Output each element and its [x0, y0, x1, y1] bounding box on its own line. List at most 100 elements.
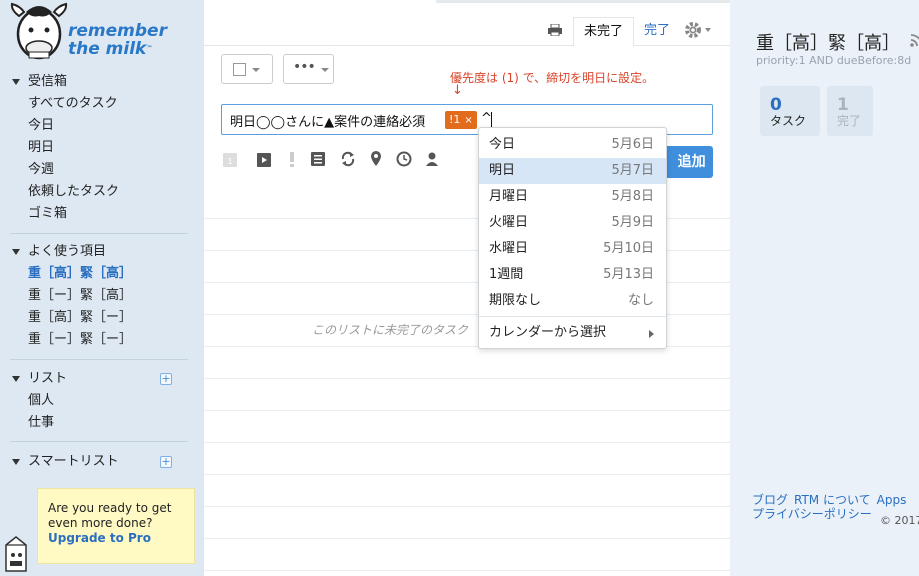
add-task-button[interactable]: 追加 — [659, 146, 713, 178]
print-icon[interactable] — [548, 24, 562, 36]
sidebar-item-this-week[interactable]: 今週 — [0, 159, 204, 181]
task-list-panel: 未完了 完了 ••• 優先度は (1) で、締切を明日に設定。 ↓ 明日◯◯さん… — [204, 0, 730, 576]
inbox-section: 受信箱 すべてのタスク 今日 明日 今週 依頼したタスク ゴミ箱 — [0, 71, 204, 225]
add-smartlist-plus-icon[interactable]: + — [160, 456, 172, 468]
favorites-section: よく使う項目 重［高］緊［高］ 重［ー］緊［高］ 重［高］緊［ー］ 重［ー］緊［… — [0, 241, 204, 351]
sidebar-item-favorite-1[interactable]: 重［高］緊［高］ — [0, 263, 204, 285]
person-icon[interactable] — [424, 150, 440, 168]
promo-text: Are you ready to get even more done? — [48, 501, 172, 530]
list-icon[interactable] — [310, 150, 326, 168]
due-date-calendar-icon[interactable]: 1 — [222, 150, 238, 168]
due-option-date: 5月8日 — [611, 189, 654, 204]
due-option-date: なし — [627, 293, 654, 308]
priority-chip[interactable]: !1 × — [445, 111, 477, 129]
stat-label: タスク — [770, 114, 807, 128]
smartlist-filter: priority:1 AND dueBefore:8d — [756, 54, 912, 67]
collapse-triangle-icon[interactable] — [12, 249, 20, 255]
select-tasks-dropdown[interactable] — [221, 54, 273, 84]
due-option-label: 今日 — [489, 137, 516, 152]
collapse-triangle-icon[interactable] — [12, 79, 20, 85]
empty-list-message: このリストに未完了のタスク — [312, 323, 469, 337]
due-option-date: 5月7日 — [611, 163, 654, 178]
chip-close-icon[interactable]: × — [464, 115, 472, 126]
due-option-one-week[interactable]: 1週間 5月13日 — [479, 262, 666, 288]
stat-count: 0 — [770, 95, 782, 115]
more-actions-dropdown[interactable]: ••• — [283, 54, 334, 84]
due-option-today[interactable]: 今日 5月6日 — [479, 132, 666, 158]
stat-count: 1 — [837, 95, 849, 115]
due-option-tuesday[interactable]: 火曜日 5月9日 — [479, 210, 666, 236]
sidebar-divider — [10, 441, 188, 442]
sidebar-item-favorite-4[interactable]: 重［ー］緊［ー］ — [0, 329, 204, 351]
repeat-icon[interactable] — [340, 150, 356, 168]
due-option-label: 水曜日 — [489, 241, 529, 256]
app-logo[interactable]: remember the milk™ — [6, 0, 196, 66]
copyright: © 2017 — [880, 514, 919, 527]
due-option-monday[interactable]: 月曜日 5月8日 — [479, 184, 666, 210]
due-option-none[interactable]: 期限なし なし — [479, 288, 666, 314]
collapse-triangle-icon[interactable] — [12, 459, 20, 465]
inbox-title: 受信箱 — [28, 74, 68, 89]
priority-chip-label: !1 — [449, 113, 461, 126]
svg-text:1: 1 — [227, 157, 232, 166]
lists-header[interactable]: リスト + — [0, 368, 204, 390]
text-cursor — [491, 112, 492, 128]
stat-completed[interactable]: 1 完了 — [827, 86, 873, 136]
add-list-plus-icon[interactable]: + — [160, 373, 172, 385]
due-option-wednesday[interactable]: 水曜日 5月10日 — [479, 236, 666, 262]
annotation-note: 優先度は (1) で、締切を明日に設定。 — [450, 71, 655, 85]
location-pin-icon[interactable] — [368, 150, 384, 168]
footer-link-apps[interactable]: Apps — [877, 493, 907, 507]
sidebar-item-given-tasks[interactable]: 依頼したタスク — [0, 181, 204, 203]
tab-complete[interactable]: 完了 — [634, 17, 680, 47]
sidebar: remember the milk™ 受信箱 すべてのタスク 今日 明日 今週 … — [0, 0, 204, 576]
sidebar-item-today[interactable]: 今日 — [0, 115, 204, 137]
lists-section: リスト + 個人 仕事 — [0, 368, 204, 434]
tab-incomplete[interactable]: 未完了 — [573, 17, 635, 47]
stat-label: 完了 — [837, 114, 862, 128]
smartlists-title: スマートリスト — [28, 454, 119, 469]
upgrade-promo: Are you ready to get even more done? Upg… — [37, 488, 195, 564]
due-option-calendar[interactable]: カレンダーから選択 — [479, 320, 666, 346]
smartlists-header[interactable]: スマートリスト + — [0, 451, 204, 473]
start-date-icon[interactable] — [256, 150, 272, 168]
favorites-header[interactable]: よく使う項目 — [0, 241, 204, 263]
footer-link-blog[interactable]: ブログ — [752, 493, 788, 507]
due-option-label: 明日 — [489, 163, 516, 178]
sidebar-item-all-tasks[interactable]: すべてのタスク — [0, 93, 204, 115]
favorites-title: よく使う項目 — [28, 244, 107, 259]
add-button-label: 追加 — [677, 154, 706, 170]
brand-line2: the milk — [68, 39, 147, 59]
list-title: 重［高］緊［高］ — [756, 33, 900, 54]
sidebar-item-personal[interactable]: 個人 — [0, 390, 204, 412]
due-option-date: 5月9日 — [611, 215, 654, 230]
lists-title: リスト — [28, 371, 68, 386]
stat-tasks[interactable]: 0 タスク — [760, 86, 820, 136]
annotation-arrow-icon: ↓ — [452, 83, 463, 98]
footer-link-privacy[interactable]: プライバシーポリシー — [752, 507, 872, 521]
due-option-label: カレンダーから選択 — [489, 325, 607, 340]
priority-icon[interactable] — [284, 150, 300, 168]
sidebar-item-favorite-2[interactable]: 重［ー］緊［高］ — [0, 285, 204, 307]
gear-icon[interactable] — [683, 20, 713, 40]
sidebar-item-favorite-3[interactable]: 重［高］緊［ー］ — [0, 307, 204, 329]
milk-carton-icon — [5, 536, 27, 572]
inbox-header[interactable]: 受信箱 — [0, 71, 204, 93]
clock-icon[interactable] — [396, 150, 412, 168]
due-option-label: 期限なし — [489, 293, 542, 308]
more-dots-icon: ••• — [293, 59, 316, 75]
list-detail-panel: 重［高］緊［高］ priority:1 AND dueBefore:8d 0 タ… — [730, 0, 919, 576]
sidebar-item-tomorrow[interactable]: 明日 — [0, 137, 204, 159]
collapse-triangle-icon[interactable] — [12, 376, 20, 382]
sidebar-item-work[interactable]: 仕事 — [0, 412, 204, 434]
upgrade-link[interactable]: Upgrade to Pro — [48, 531, 184, 546]
due-option-date: 5月6日 — [611, 137, 654, 152]
due-option-label: 火曜日 — [489, 215, 529, 230]
task-tabs: 未完了 完了 — [204, 14, 730, 47]
rss-icon[interactable] — [910, 33, 919, 47]
due-option-tomorrow[interactable]: 明日 5月7日 — [479, 158, 666, 184]
sidebar-divider — [10, 359, 188, 360]
brand-line1: remember — [68, 21, 167, 41]
footer-link-about[interactable]: RTM について — [794, 493, 871, 507]
sidebar-item-trash[interactable]: ゴミ箱 — [0, 203, 204, 225]
